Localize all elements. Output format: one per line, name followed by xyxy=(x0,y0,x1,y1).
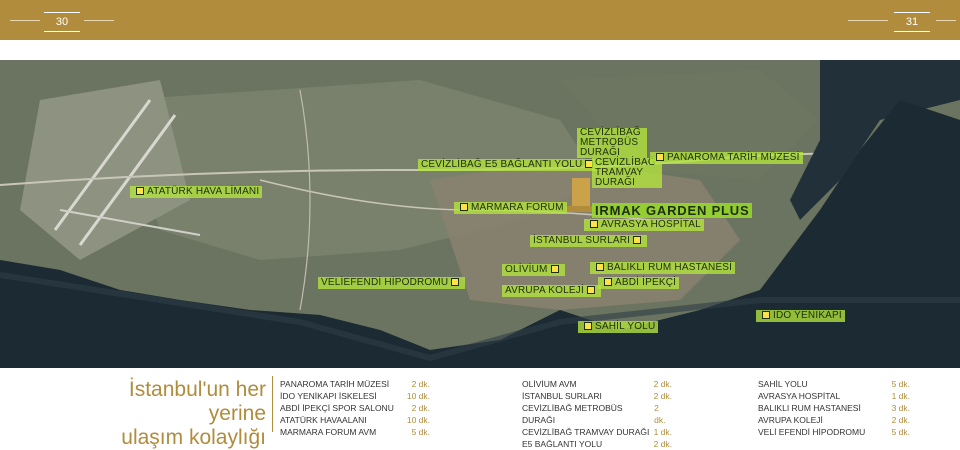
ornament-line xyxy=(848,20,888,21)
label-avrasya: AVRASYA HOSPİTAL xyxy=(584,219,704,231)
marker-icon xyxy=(584,322,592,331)
distance-column-3: SAHİL YOLU 5 dk. AVRASYA HOSPİTAL 1 dk. BA… xyxy=(758,378,910,438)
building-highlight xyxy=(572,178,590,208)
list-item: CEVİZLİBAĞ TRAMVAY DURAĞI 1 dk. xyxy=(522,427,672,437)
label-sahil-yolu: SAHİL YOLU xyxy=(578,321,659,333)
distance-column-1: PANAROMA TARİH MÜZESİ 2 dk. İDO YENİKAPI … xyxy=(280,378,430,438)
list-item: AVRASYA HOSPİTAL 1 dk. xyxy=(758,391,910,401)
list-item: PANAROMA TARİH MÜZESİ 2 dk. xyxy=(280,379,430,389)
label-ido-yenikapi: İDO YENİKAPI xyxy=(756,310,845,322)
satellite-map: ATATÜRK HAVA LİMANI CEVİZLİBAĞ E5 BAĞLAN… xyxy=(0,60,960,368)
list-item: ABDİ İPEKÇİ SPOR SALONU 2 dk. xyxy=(280,403,430,413)
label-veliefendi: VELİEFENDİ HİPODROMU xyxy=(318,277,466,289)
label-metrobus: CEVİZLİBAĞ METROBÜS DURAĞI xyxy=(577,128,647,158)
marker-icon xyxy=(633,236,642,245)
marker-icon xyxy=(590,220,598,229)
label-marmara-forum: MARMARA FORUM xyxy=(454,202,567,214)
list-item: İDO YENİKAPI İSKELESİ 10 dk. xyxy=(280,391,430,401)
marker-icon xyxy=(762,311,770,320)
marker-icon xyxy=(460,203,468,212)
label-olivium: OLİVİUM xyxy=(502,264,565,276)
page-number-right: 31 xyxy=(894,12,930,32)
list-item: E5 BAĞLANTI YOLU 2 dk. xyxy=(522,439,672,449)
list-item: AVRUPA KOLEJİ 2 dk. xyxy=(758,415,910,425)
label-ataturk: ATATÜRK HAVA LİMANI xyxy=(130,186,263,198)
ornament-line xyxy=(84,20,114,21)
page-number-left: 30 xyxy=(44,12,80,32)
list-item: BALIKLI RUM HASTANESİ 3 dk. xyxy=(758,403,910,413)
list-item: VELİ EFENDİ HİPODROMU 5 dk. xyxy=(758,427,910,437)
list-item: OLİVİUM AVM 2 dk. xyxy=(522,379,672,389)
label-abdi-ipekci: ABDİ İPEKÇİ xyxy=(598,277,680,289)
marker-icon xyxy=(596,263,604,272)
list-item: İSTANBUL SURLARI 2 dk. xyxy=(522,391,672,401)
marker-icon xyxy=(656,153,664,162)
tagline-line2: ulaşım kolaylığı xyxy=(121,426,266,449)
label-cevizlibag-e5: CEVİZLİBAĞ E5 BAĞLANTI YOLU xyxy=(418,159,600,171)
label-panorama: PANAROMA TARİH MÜZESİ xyxy=(650,152,803,164)
divider xyxy=(272,376,273,432)
ornament-line xyxy=(10,20,40,21)
header-bar: 30 31 xyxy=(0,0,960,40)
marker-icon xyxy=(586,286,595,295)
ornament-line xyxy=(936,20,956,21)
tagline: İstanbul'un her yerine ulaşım kolaylığı xyxy=(76,378,266,450)
list-item: MARMARA FORUM AVM 5 dk. xyxy=(280,427,430,437)
marker-icon xyxy=(550,265,559,274)
list-item: SAHİL YOLU 5 dk. xyxy=(758,379,910,389)
tagline-line1: İstanbul'un her yerine xyxy=(128,378,266,425)
label-irmak-garden-plus: IRMAK GARDEN PLUS xyxy=(592,203,753,218)
marker-icon xyxy=(604,278,612,287)
list-item: ATATÜRK HAVAALANI 10 dk. xyxy=(280,415,430,425)
label-balikli: BALIKLI RUM HASTANESİ xyxy=(590,262,736,274)
label-istanbul-surlari: İSTANBUL SURLARI xyxy=(530,235,648,247)
distance-column-2: OLİVİUM AVM 2 dk. İSTANBUL SURLARI 2 dk. C… xyxy=(522,378,672,450)
list-item: CEVİZLİBAĞ METROBÜS DURAĞI 2 dk. xyxy=(522,403,666,425)
marker-icon xyxy=(451,278,460,287)
marker-icon xyxy=(136,187,144,196)
label-avrupa-koleji: AVRUPA KOLEJİ xyxy=(502,285,601,297)
